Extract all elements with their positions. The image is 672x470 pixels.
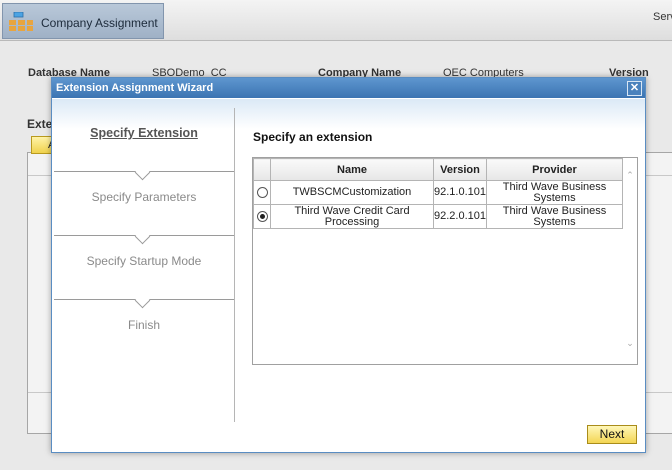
close-icon: ✕ (629, 82, 640, 94)
step-finish[interactable]: Finish (54, 300, 234, 364)
next-button[interactable]: Next (587, 425, 637, 444)
content-title: Specify an extension (253, 130, 373, 144)
extensions-section-title: Exte (27, 117, 53, 131)
row-select-cell[interactable] (253, 180, 271, 205)
radio-button-selected[interactable] (256, 210, 268, 222)
step-specify-startup-mode[interactable]: Specify Startup Mode (54, 236, 234, 309)
close-button[interactable]: ✕ (627, 81, 642, 96)
select-column-header (253, 158, 271, 181)
step-label: Finish (127, 318, 160, 332)
cell-name: TWBSCMCustomization (270, 180, 434, 205)
table-header-row: Name Version Provider (253, 158, 623, 181)
column-header-provider[interactable]: Provider (486, 158, 623, 181)
extension-assignment-wizard: Extension Assignment Wizard ✕ Specify Ex… (51, 77, 646, 453)
step-label: Specify Startup Mode (86, 254, 202, 268)
tab-label: Company Assignment (41, 16, 158, 30)
cell-version: 92.1.0.101 (433, 180, 487, 205)
radio-button[interactable] (256, 186, 268, 198)
table-row[interactable]: Third Wave Credit Card Processing 92.2.0… (253, 204, 623, 229)
grid-app-icon (9, 12, 33, 31)
wizard-steps: Specify Extension Specify Parameters Spe… (54, 108, 235, 422)
vertical-scrollbar[interactable]: ⌃ ⌄ (623, 158, 637, 364)
top-bar: Company Assignment Serv (0, 0, 672, 41)
dialog-title: Extension Assignment Wizard (56, 82, 214, 94)
cell-provider: Third Wave Business Systems (486, 180, 623, 205)
extensions-grid: Name Version Provider TWBSCMCustomizatio… (252, 157, 638, 365)
step-specify-parameters[interactable]: Specify Parameters (54, 172, 234, 245)
step-specify-extension[interactable]: Specify Extension (54, 108, 234, 181)
column-header-name[interactable]: Name (270, 158, 434, 181)
column-header-version[interactable]: Version (433, 158, 487, 181)
dialog-footer (52, 424, 645, 452)
scroll-up-icon[interactable]: ⌃ (625, 170, 635, 182)
dialog-title-bar[interactable]: Extension Assignment Wizard ✕ (52, 78, 645, 98)
cell-name: Third Wave Credit Card Processing (270, 204, 434, 229)
company-assignment-tab[interactable]: Company Assignment (2, 3, 164, 39)
extensions-table: Name Version Provider TWBSCMCustomizatio… (253, 158, 623, 229)
server-label: Serv (653, 11, 672, 23)
step-label: Specify Parameters (91, 190, 197, 204)
step-label: Specify Extension (90, 126, 198, 140)
row-select-cell[interactable] (253, 204, 271, 229)
cell-provider: Third Wave Business Systems (486, 204, 623, 229)
scroll-down-icon[interactable]: ⌄ (625, 338, 635, 350)
cell-version: 92.2.0.101 (433, 204, 487, 229)
table-row[interactable]: TWBSCMCustomization 92.1.0.101 Third Wav… (253, 180, 623, 205)
